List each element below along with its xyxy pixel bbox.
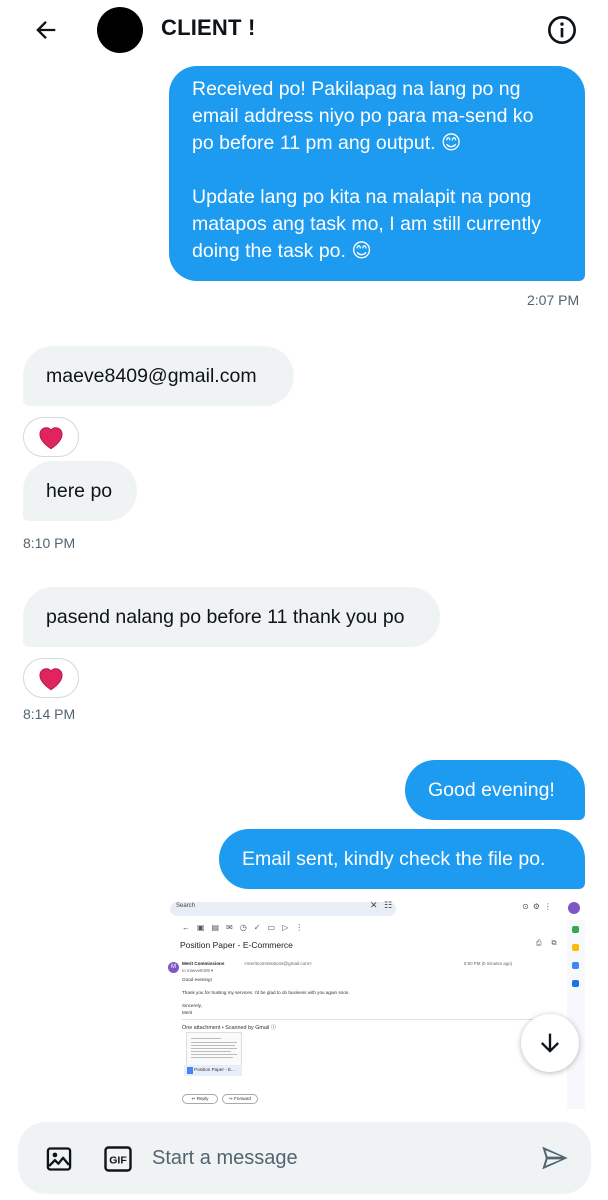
heart-icon xyxy=(39,427,63,450)
composer: GIF xyxy=(18,1122,591,1194)
media-button[interactable] xyxy=(42,1142,76,1176)
message-text: maeve8409@gmail.com xyxy=(46,365,257,387)
back-button[interactable] xyxy=(26,10,66,50)
print-icon: ⎙ ⧉ xyxy=(536,940,561,947)
chat-header: CLIENT ! xyxy=(0,0,608,58)
gmail-search-text: Search xyxy=(176,903,196,909)
divider xyxy=(182,1019,552,1020)
image-attachment[interactable]: Search ✕ ☷ ⊙⚙⋮ ←▣▤✉◷✓▭▷⋮ Position Paper … xyxy=(168,896,585,1109)
profile-avatar xyxy=(568,902,580,914)
doc-icon xyxy=(187,1067,193,1074)
email-signature: Sincerely, xyxy=(182,1003,202,1008)
gif-label: GIF xyxy=(109,1155,127,1167)
forward-button: ↪ Forward xyxy=(222,1094,258,1104)
avatar[interactable] xyxy=(97,7,143,53)
settings-icons: ⊙⚙⋮ xyxy=(522,902,556,911)
message-line: email address niyo po para ma-send ko xyxy=(192,105,534,127)
image-icon xyxy=(46,1147,72,1171)
info-button[interactable] xyxy=(543,11,581,49)
incoming-message[interactable]: maeve8409@gmail.com xyxy=(23,346,294,406)
gmail-topbar: Search ✕ ☷ ⊙⚙⋮ xyxy=(168,896,585,920)
message-text: pasend nalang po before 11 thank you po xyxy=(46,606,405,628)
arrow-down-icon xyxy=(541,1033,559,1053)
message-line: po before 11 pm ang output. 😊 xyxy=(192,132,462,154)
gmail-search: Search xyxy=(170,902,396,916)
scroll-to-bottom-button[interactable] xyxy=(521,1014,579,1072)
incoming-message[interactable]: pasend nalang po before 11 thank you po xyxy=(23,587,440,647)
sender-name: Merit Commissions xyxy=(182,961,225,966)
recipient-line: to maeve8409 ▾ xyxy=(182,968,214,973)
outgoing-message[interactable]: Received po! Pakilapag na lang po ng ema… xyxy=(169,66,585,281)
arrow-left-icon xyxy=(36,21,56,39)
message-line: matapos ang task mo, I am still currentl… xyxy=(192,213,541,235)
gmail-toolbar-icons: ←▣▤✉◷✓▭▷⋮ xyxy=(182,923,311,932)
message-line: Received po! Pakilapag na lang po ng xyxy=(192,78,521,100)
message-timestamp: 2:07 PM xyxy=(527,292,580,308)
send-icon xyxy=(542,1146,568,1170)
email-signature-name: Merit xyxy=(182,1010,193,1015)
heart-reaction[interactable] xyxy=(23,417,79,457)
gmail-side-panel xyxy=(567,920,585,1109)
message-text: Email sent, kindly check the file po. xyxy=(242,848,546,870)
info-circle-icon xyxy=(548,16,576,44)
heart-icon xyxy=(39,668,63,691)
filter-icon: ☷ xyxy=(384,900,393,910)
reply-button: ↩ Reply xyxy=(182,1094,218,1104)
outgoing-message[interactable]: Email sent, kindly check the file po. xyxy=(219,829,585,889)
message-timestamp: 8:10 PM xyxy=(23,535,76,551)
incoming-message[interactable]: here po xyxy=(23,461,137,521)
message-line: Update lang po kita na malapit na pong xyxy=(192,186,532,208)
composer-bar: GIF xyxy=(0,1112,608,1200)
outgoing-message[interactable]: Good evening! xyxy=(405,760,585,820)
attachment-label: One attachment • Scanned by Gmail ⓘ xyxy=(182,1025,277,1031)
message-timestamp: 8:14 PM xyxy=(23,706,76,722)
email-subject: Position Paper - E-Commerce xyxy=(180,940,293,950)
email-body: Thank you for trusting my services. I'd … xyxy=(182,990,350,995)
email-date: 8:50 PM (0 minutes ago) xyxy=(464,961,513,966)
close-icon: ✕ xyxy=(370,900,378,910)
gif-icon: GIF xyxy=(104,1146,132,1172)
message-input[interactable] xyxy=(152,1142,512,1174)
send-button[interactable] xyxy=(537,1140,573,1176)
sender-avatar: M xyxy=(168,962,179,973)
sender-email: <meritcommissions@gmail.com> xyxy=(244,961,312,966)
heart-reaction[interactable] xyxy=(23,658,79,698)
email-greeting: Good evening! xyxy=(182,977,212,982)
page-title[interactable]: CLIENT ! xyxy=(161,15,255,41)
message-line: doing the task po. 😊 xyxy=(192,240,372,262)
gif-button[interactable]: GIF xyxy=(100,1143,136,1175)
message-text: here po xyxy=(46,480,113,502)
message-text: Good evening! xyxy=(428,779,555,801)
